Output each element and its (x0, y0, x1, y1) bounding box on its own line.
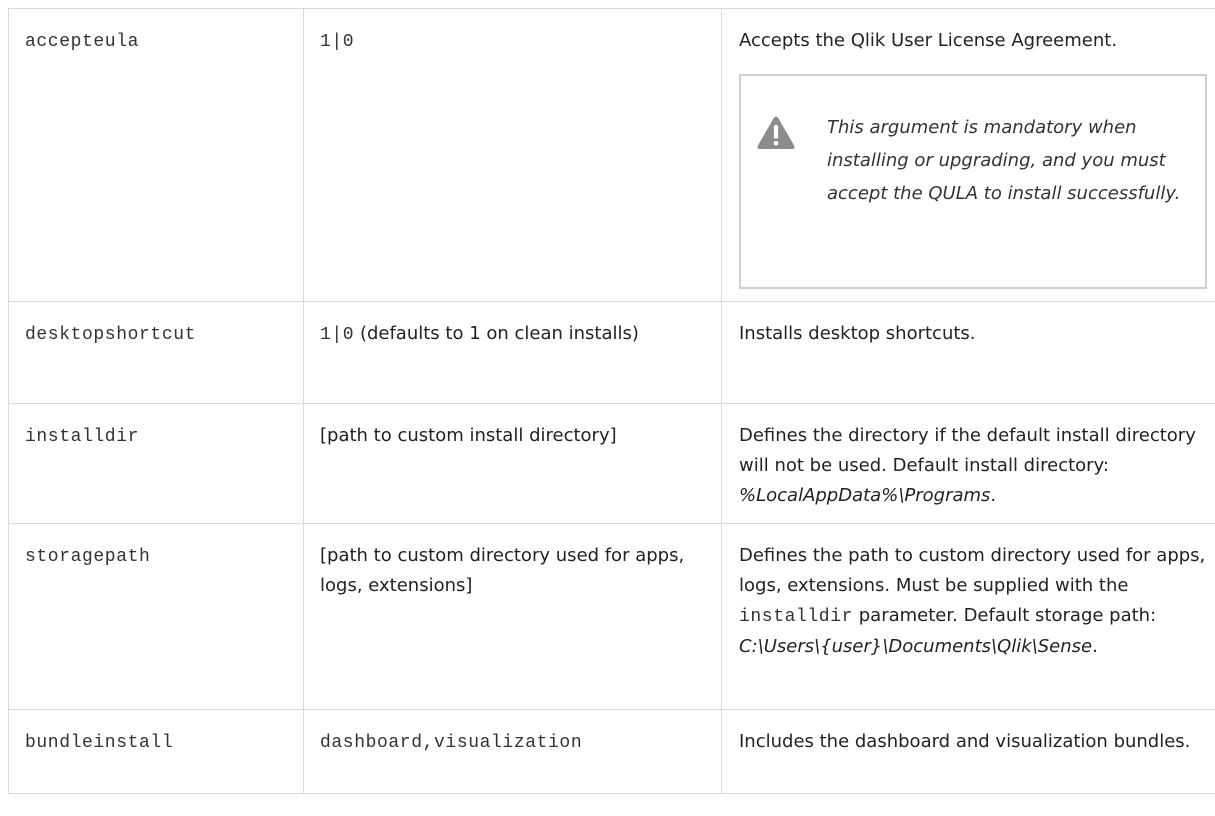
argument-cell: installdir (8, 403, 304, 524)
default-install-path: %LocalAppData%\Programs (739, 485, 991, 506)
value-cell: 1|0 (303, 8, 722, 302)
argument-name: accepteula (25, 32, 140, 52)
warning-callout: This argument is mandatory when installi… (739, 74, 1207, 289)
table-row: bundleinstall dashboard,visualization In… (8, 709, 1215, 794)
installdir-code: installdir (739, 607, 854, 627)
description-cell: Installs desktop shortcuts. (721, 301, 1215, 404)
argument-cell: storagepath (8, 523, 304, 710)
parameters-table: accepteula 1|0 Accepts the Qlik User Lic… (8, 8, 1215, 794)
argument-value: [path to custom install directory] (320, 425, 617, 446)
argument-value: [path to custom directory used for apps,… (320, 545, 685, 596)
argument-cell: bundleinstall (8, 709, 304, 794)
argument-value: dashboard,visualization (320, 733, 583, 753)
argument-description: Accepts the Qlik User License Agreement. (739, 30, 1118, 51)
warning-icon (757, 116, 795, 149)
argument-description: Includes the dashboard and visualization… (739, 731, 1191, 752)
argument-description: Defines the directory if the default ins… (739, 425, 1196, 476)
argument-name: bundleinstall (25, 733, 174, 753)
argument-value: 1|0 (320, 32, 355, 52)
value-cell: [path to custom install directory] (303, 403, 722, 524)
description-cell: Includes the dashboard and visualization… (721, 709, 1215, 794)
value-cell: dashboard,visualization (303, 709, 722, 794)
argument-name: storagepath (25, 547, 151, 567)
value-cell: 1|0 (defaults to 1 on clean installs) (303, 301, 722, 404)
argument-description: Defines the path to custom directory use… (739, 545, 1206, 596)
table-row: storagepath [path to custom directory us… (8, 523, 1215, 710)
argument-value-code: 1|0 (320, 325, 355, 345)
argument-cell: desktopshortcut (8, 301, 304, 404)
warning-text: This argument is mandatory when installi… (827, 117, 1181, 204)
default-storage-path: C:\Users\{user}\Documents\Qlik\Sense (739, 636, 1093, 657)
table-row: accepteula 1|0 Accepts the Qlik User Lic… (8, 8, 1215, 302)
argument-cell: accepteula (8, 8, 304, 302)
description-end: . (990, 485, 997, 506)
argument-value-note: (defaults to 1 on clean installs) (354, 323, 639, 344)
table-row: installdir [path to custom install direc… (8, 403, 1215, 524)
value-cell: [path to custom directory used for apps,… (303, 523, 722, 710)
description-cell: Defines the path to custom directory use… (721, 523, 1215, 710)
description-end: . (1092, 636, 1098, 657)
table-row: desktopshortcut 1|0 (defaults to 1 on cl… (8, 301, 1215, 404)
argument-name: desktopshortcut (25, 325, 197, 345)
argument-description: Installs desktop shortcuts. (739, 323, 976, 344)
description-cell: Defines the directory if the default ins… (721, 403, 1215, 524)
description-middle: parameter. Default storage path: (853, 605, 1157, 626)
argument-name: installdir (25, 427, 140, 447)
description-cell: Accepts the Qlik User License Agreement.… (721, 8, 1215, 302)
